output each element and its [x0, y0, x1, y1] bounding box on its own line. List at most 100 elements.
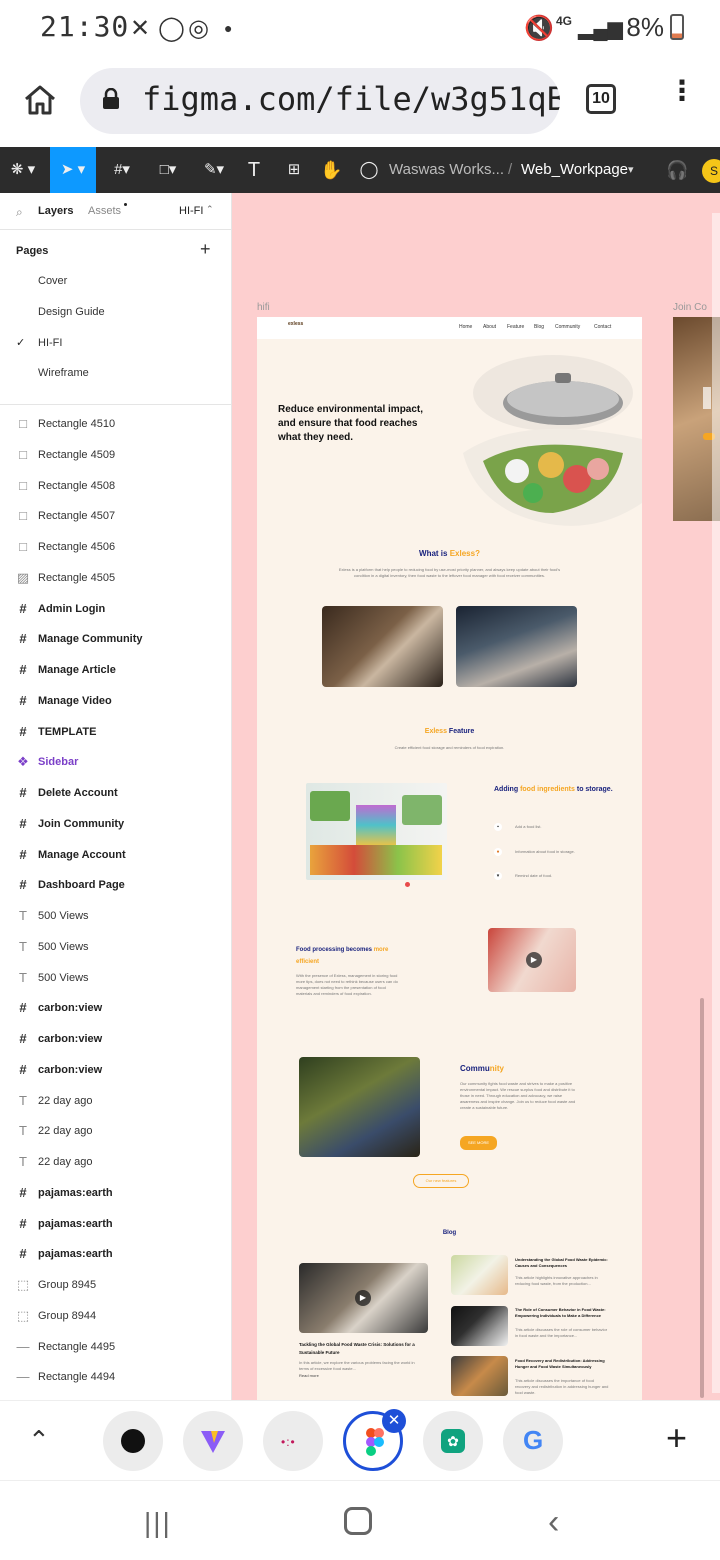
layer-row[interactable]: □ Rectangle 4509 — [0, 441, 231, 471]
layer-row[interactable]: T 22 day ago — [0, 1117, 231, 1147]
layer-row[interactable]: T 500 Views — [0, 933, 231, 963]
layer-row[interactable]: □ Rectangle 4506 — [0, 533, 231, 563]
layer-row[interactable]: # pajamas:earth — [0, 1210, 231, 1240]
layer-row[interactable]: # Manage Video — [0, 687, 231, 717]
hifi-frame[interactable]: exless Home About Feature Blog Community… — [257, 317, 642, 1400]
layer-row[interactable]: T 500 Views — [0, 964, 231, 994]
menu-icon[interactable]: ⋮ — [668, 77, 696, 105]
frame-label[interactable]: hifi — [257, 302, 270, 313]
info-icon: ● — [494, 848, 502, 856]
page-item-cover[interactable]: Cover — [38, 275, 67, 287]
figma-toolbar: ❋ ▾ ➤ ▾ #▾ □▾ ✎▾ T ⊞ ✋ ◯ Waswas Works...… — [0, 147, 720, 193]
layer-row[interactable]: # Manage Article — [0, 656, 231, 686]
pen-tool-icon[interactable]: ✎▾ — [196, 147, 232, 193]
layer-row[interactable]: — Rectangle 4494 — [0, 1363, 231, 1393]
home-nav-icon[interactable] — [344, 1507, 372, 1535]
shape-tool-icon[interactable]: □▾ — [150, 147, 186, 193]
layer-name: 500 Views — [38, 940, 89, 953]
layer-name: Manage Article — [38, 664, 116, 676]
file-chevron-down-icon[interactable]: ▾ — [628, 147, 634, 193]
layer-name: 22 day ago — [38, 1156, 93, 1168]
layer-row[interactable]: # pajamas:earth — [0, 1179, 231, 1209]
layer-row[interactable]: T 22 day ago — [0, 1087, 231, 1117]
layer-row[interactable]: # TEMPLATE — [0, 718, 231, 748]
tab-layers[interactable]: Layers — [38, 205, 73, 217]
dots-app-icon[interactable]: •:• — [263, 1411, 323, 1471]
home-icon[interactable] — [22, 82, 58, 118]
layer-row[interactable]: ⬚ Group 8944 — [0, 1302, 231, 1332]
search-icon[interactable]: ⌕ — [16, 205, 23, 220]
file-name[interactable]: Web_Workpage — [521, 147, 628, 193]
browser-url-row: figma.com/file/w3g51qB 10 ⋮ — [0, 56, 720, 146]
layer-row[interactable]: ⬚ Group 8945 — [0, 1271, 231, 1301]
layer-row[interactable]: # Delete Account — [0, 779, 231, 809]
layer-row[interactable]: # Manage Community — [0, 625, 231, 655]
frame-tool-icon[interactable]: #▾ — [104, 147, 140, 193]
frame-icon: # — [19, 662, 27, 677]
recent-apps-icon[interactable]: ||| — [144, 1507, 172, 1539]
headphones-icon[interactable]: 🎧 — [666, 147, 688, 193]
layer-row[interactable]: □ Rectangle 4507 — [0, 502, 231, 532]
layer-name: Rectangle 4507 — [38, 510, 116, 523]
adding-pre: Adding — [494, 786, 519, 793]
page-select[interactable]: HI-FI — [179, 205, 203, 217]
layer-row[interactable]: # carbon:view — [0, 1056, 231, 1086]
layer-row[interactable]: — Rectangle 4495 — [0, 1333, 231, 1363]
vite-app-icon[interactable] — [183, 1411, 243, 1471]
github-logo-icon — [121, 1429, 145, 1453]
play-icon: ▶ — [355, 1290, 371, 1306]
figma-menu-icon[interactable]: ❋ ▾ — [0, 147, 46, 193]
canvas[interactable]: hifi Join Co exless Home About Feature B… — [232, 193, 720, 1400]
resources-icon[interactable]: ⊞ — [284, 147, 304, 193]
blog-item-3-body: This article discusses the importance of… — [515, 1378, 609, 1395]
layer-row[interactable]: # Admin Login — [0, 595, 231, 625]
page-item-design-guide[interactable]: Design Guide — [38, 306, 105, 318]
layer-row[interactable]: # carbon:view — [0, 1025, 231, 1055]
tab-assets[interactable]: Assets — [88, 205, 121, 217]
layer-row[interactable]: ❖ Sidebar — [0, 748, 231, 778]
layer-name: pajamas:earth — [38, 1217, 113, 1230]
layer-row[interactable]: # pajamas:earth — [0, 1240, 231, 1270]
page-item-wireframe[interactable]: Wireframe — [38, 367, 89, 379]
add-page-icon[interactable]: + — [200, 239, 211, 260]
feature-item-2: Information about food in storage. — [515, 849, 575, 854]
site-nav-blog: Blog — [534, 324, 545, 330]
add-icon[interactable]: + — [666, 1417, 687, 1459]
carousel-dot — [405, 882, 410, 887]
chatgpt-app-icon[interactable]: ✿ — [423, 1411, 483, 1471]
url-bar[interactable]: figma.com/file/w3g51qB — [80, 68, 560, 134]
github-app-icon[interactable] — [103, 1411, 163, 1471]
layer-row[interactable]: □ Rectangle 4508 — [0, 472, 231, 502]
chevron-up-icon[interactable]: ⌃ — [28, 1425, 50, 1456]
move-tool-icon[interactable]: ➤ ▾ — [50, 147, 96, 193]
fridge-containers — [356, 805, 396, 845]
workspace-name[interactable]: Waswas Works... — [389, 147, 504, 193]
vertical-scrollbar[interactable] — [700, 998, 704, 1398]
rectangle-icon: □ — [19, 416, 27, 431]
hand-tool-icon[interactable]: ✋ — [320, 147, 342, 193]
layer-row[interactable]: # Join Community — [0, 810, 231, 840]
checkmark-icon: ✓ — [16, 337, 26, 349]
layer-row[interactable]: # carbon:view — [0, 994, 231, 1024]
layer-row[interactable]: # Manage Account — [0, 841, 231, 871]
site-nav-community: Community — [555, 324, 581, 330]
avatar[interactable]: S — [702, 159, 720, 183]
text-tool-icon[interactable]: T — [244, 147, 264, 193]
hero-trash-image — [463, 355, 642, 526]
back-icon[interactable]: ‹ — [548, 1503, 559, 1542]
google-app-icon[interactable]: G — [503, 1411, 563, 1471]
layer-row[interactable]: T 500 Views — [0, 902, 231, 932]
layer-row[interactable]: T 22 day ago — [0, 1148, 231, 1178]
layer-row[interactable]: # Dashboard Page — [0, 871, 231, 901]
processing-title-text: Food processing becomes — [296, 947, 373, 953]
layer-row[interactable]: □ Rectangle 4510 — [0, 410, 231, 440]
tab-count-button[interactable]: 10 — [586, 84, 616, 114]
layer-row[interactable]: ▨ Rectangle 4505 — [0, 564, 231, 594]
divider — [0, 404, 231, 405]
lock-icon — [103, 88, 119, 109]
close-app-icon[interactable]: ✕ — [382, 1409, 406, 1433]
next-frame-label[interactable]: Join Co — [673, 302, 707, 313]
page-item-hi-fi[interactable]: HI-FI — [38, 337, 62, 349]
chevron-up-icon[interactable]: ⌃ — [206, 204, 214, 215]
comment-tool-icon[interactable]: ◯ — [358, 147, 380, 193]
